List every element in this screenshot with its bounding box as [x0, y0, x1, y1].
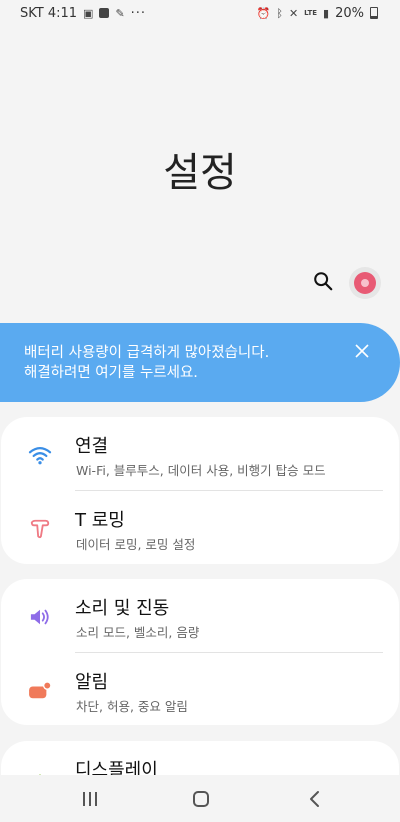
settings-item-title: 소리 및 진동	[75, 598, 170, 619]
signal-icon: ▮	[323, 6, 330, 20]
settings-item-t-roaming[interactable]: T 로밍 데이터 로밍, 로밍 설정	[1, 491, 399, 564]
settings-item-title: T 로밍	[75, 510, 125, 531]
alert-line-1: 배터리 사용량이 급격하게 많아졌습니다.	[24, 345, 270, 361]
home-icon[interactable]	[191, 789, 211, 809]
mute-icon: ✕	[288, 6, 299, 20]
alert-line-2: 해결하려면 여기를 누르세요.	[24, 365, 198, 381]
settings-card-sound: 소리 및 진동 소리 모드, 벨소리, 음량 알림 차단, 허용, 중요 알림	[1, 579, 399, 725]
network-type: LTE	[304, 8, 318, 17]
avatar-icon	[354, 272, 376, 294]
speaker-icon	[27, 605, 53, 629]
settings-item-sound[interactable]: 소리 및 진동 소리 모드, 벨소리, 음량	[1, 579, 399, 652]
app-notification-icon	[99, 8, 110, 18]
edit-icon: ✎	[115, 6, 125, 20]
settings-item-notifications[interactable]: 알림 차단, 허용, 중요 알림	[1, 653, 399, 726]
battery-icon	[370, 7, 378, 19]
settings-item-subtitle: 차단, 허용, 중요 알림	[76, 699, 188, 714]
search-icon[interactable]	[312, 270, 334, 292]
status-left: SKT 4:11 ▣ ✎ ···	[20, 6, 146, 21]
back-icon[interactable]	[305, 789, 325, 809]
settings-item-subtitle: 소리 모드, 벨소리, 음량	[76, 625, 200, 640]
settings-item-title: 연결	[75, 436, 109, 457]
close-icon[interactable]	[354, 343, 370, 359]
settings-item-connections[interactable]: 연결 Wi-Fi, 블루투스, 데이터 사용, 비행기 탑승 모드	[1, 417, 399, 490]
wifi-icon	[27, 443, 53, 467]
settings-item-subtitle: 데이터 로밍, 로밍 설정	[76, 537, 196, 552]
profile-avatar[interactable]	[349, 267, 381, 299]
recent-apps-icon[interactable]	[80, 789, 100, 809]
settings-item-subtitle: Wi-Fi, 블루투스, 데이터 사용, 비행기 탑승 모드	[76, 463, 326, 478]
battery-percent: 20%	[335, 5, 364, 21]
status-bar: SKT 4:11 ▣ ✎ ··· ⏰ ᛒ ✕ LTE ▮ 20%	[0, 0, 400, 26]
t-roaming-icon	[27, 517, 53, 541]
navigation-bar	[0, 775, 400, 822]
settings-card-connections: 연결 Wi-Fi, 블루투스, 데이터 사용, 비행기 탑승 모드 T 로밍 데…	[1, 417, 399, 564]
battery-alert-banner[interactable]: 배터리 사용량이 급격하게 많아졌습니다. 해결하려면 여기를 누르세요.	[0, 323, 400, 402]
more-notifications-icon: ···	[130, 5, 147, 21]
alarm-icon: ⏰	[256, 6, 271, 20]
notification-icon	[27, 679, 53, 703]
status-right: ⏰ ᛒ ✕ LTE ▮ 20%	[257, 6, 378, 21]
carrier-time: SKT 4:11	[20, 5, 78, 21]
image-icon: ▣	[83, 6, 94, 20]
page-title: 설정	[163, 150, 237, 196]
bluetooth-icon: ᛒ	[276, 6, 283, 20]
settings-item-title: 알림	[75, 672, 109, 693]
